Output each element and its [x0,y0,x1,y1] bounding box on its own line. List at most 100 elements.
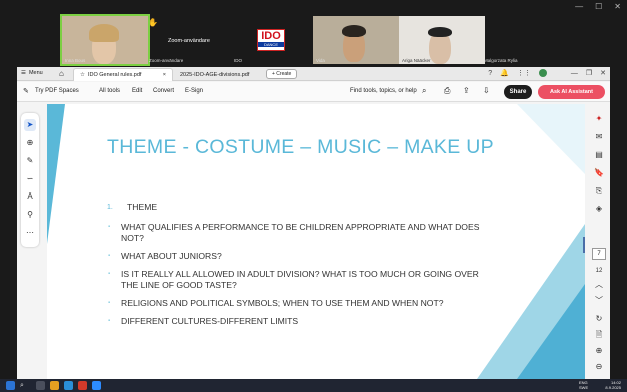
search-icon[interactable]: ⌕ [422,86,426,96]
participant-tile-ariga[interactable]: Ariga Nääcker [399,16,485,64]
restore-icon[interactable]: ❐ [586,69,592,77]
try-pdf-spaces-button[interactable]: Try PDF Spaces [35,88,79,94]
windows-taskbar: ⌕ 14:02 8.9.2025 ENG SWE [0,379,627,392]
bullet-item: ▪ WHAT ABOUT JUNIORS? [105,251,490,262]
star-icon[interactable]: ☆ [80,72,85,78]
select-cursor-icon[interactable]: ➤ [24,119,36,131]
bullet-text: DIFFERENT CULTURES-DIFFERENT LIMITS [121,316,299,326]
edit-button[interactable]: Edit [132,88,142,94]
chevron-up-icon[interactable]: ︿ [593,279,605,291]
participant-name: Ariga Nääcker [402,58,431,63]
ai-assistant-button[interactable]: Ask AI Assistant [538,85,605,99]
esign-button[interactable]: E-Sign [185,88,203,94]
maximize-icon[interactable]: ☐ [595,2,602,11]
zoom-in-icon[interactable]: ⊕ [593,345,605,357]
all-tools-button[interactable]: All tools [99,88,120,94]
convert-button[interactable]: Convert [153,88,174,94]
slide-accent-top-right [517,104,585,174]
participant-name: Vida [316,58,325,63]
minimize-icon[interactable]: — [575,2,583,11]
comment-icon[interactable]: ✉ [593,131,605,143]
zoom-out-icon[interactable]: ⊖ [593,361,605,373]
bullet-text: IS IT REALLY ALL ALLOWED IN ADULT DIVISI… [121,269,479,290]
ai-sparkle-icon[interactable]: ✦ [593,113,605,125]
tab-label: IDO General rules.pdf [87,72,142,78]
file-explorer-icon[interactable] [50,381,59,390]
avatar[interactable] [538,69,547,77]
bookmark-icon[interactable]: 🔖 [593,167,605,179]
create-button[interactable]: + Create [266,69,298,79]
participant-tile-zoom-user[interactable]: ✋ Zoom-användare Zoom-användare [146,16,232,64]
slide-content: 1. THEME ▪ WHAT QUALIFIES A PERFORMANCE … [105,202,490,334]
bullet-item: ▪ DIFFERENT CULTURES-DIFFERENT LIMITS [105,316,490,327]
layers-icon[interactable]: ◈ [593,203,605,215]
close-icon[interactable]: ✕ [614,2,621,11]
save-file-icon[interactable]: 🗎 [593,329,605,341]
upload-icon[interactable]: ⇪ [463,86,470,95]
start-icon[interactable] [6,381,15,390]
edge-icon[interactable] [64,381,73,390]
close-tab-icon[interactable]: × [163,72,166,78]
search-icon[interactable]: ⌕ [20,381,29,390]
input-language[interactable]: ENG SWE [579,380,593,390]
clock-date: 8.9.2025 [605,385,621,390]
draw-icon[interactable]: ∽ [24,173,36,185]
bell-icon[interactable]: 🔔 [500,69,509,77]
participant-name: IDO [234,58,243,63]
zoom-participant-strip: — ☐ ✕ Inna Bous ✋ Zoom-användare Zoom-an… [0,0,627,66]
pages-icon[interactable]: ▤ [593,149,605,161]
close-icon[interactable]: ✕ [600,69,606,77]
minimize-icon[interactable]: — [571,70,578,77]
bullet-item: ▪ WHAT QUALIFIES A PERFORMANCE TO BE CHI… [105,222,490,244]
participant-name: Malgorzata Rylia [484,58,518,63]
bullet-icon: ▪ [108,271,111,277]
share-button[interactable]: Share [504,85,532,99]
page-number-input[interactable]: 7 [592,248,606,260]
participant-tile-malgorzata[interactable]: Malgorzata Rylia [481,16,567,64]
bullet-icon: ▪ [108,300,111,306]
tab-age-divisions[interactable]: 2025-IDO-AGE-divisions.pdf [174,68,264,81]
bullet-icon: ▪ [108,253,111,259]
zoom-app-icon[interactable] [92,381,101,390]
chrome-icon[interactable] [78,381,87,390]
tab-label: 2025-IDO-AGE-divisions.pdf [180,71,250,78]
bullet-item: ▪ RELIGIONS AND POLITICAL SYMBOLS; WHEN … [105,298,490,309]
apps-icon[interactable]: ⋮⋮ [517,69,531,77]
bullet-text: RELIGIONS AND POLITICAL SYMBOLS; WHEN TO… [121,298,444,308]
tab-bar: ☰ Menu ⌂ ☆ IDO General rules.pdf × 2025-… [17,67,610,81]
find-tools-input[interactable]: Find tools, topics, or help [350,88,417,94]
acrobat-window: ☰ Menu ⌂ ☆ IDO General rules.pdf × 2025-… [17,67,610,379]
participant-hair [89,24,119,42]
title-bar-controls: ? 🔔 ⋮⋮ — ❐ ✕ [488,69,606,77]
tab-general-rules[interactable]: ☆ IDO General rules.pdf × [73,68,173,81]
stamp-icon[interactable]: ⚲ [24,209,36,221]
attachment-icon[interactable]: ⎘ [593,185,605,197]
slide-title: THEME - COSTUME – MUSIC – MAKE UP [107,136,494,158]
menu-label: Menu [28,70,43,76]
zoom-window-controls: — ☐ ✕ [575,2,621,11]
bullet-icon: ▪ [108,318,111,324]
more-tools-icon[interactable]: ⋯ [24,227,36,239]
task-view-icon[interactable] [36,381,45,390]
print-icon[interactable]: ⎙ [444,86,450,96]
menu-button[interactable]: ☰ Menu [21,70,43,76]
ido-logo: IDO DANCE [257,29,285,51]
refresh-icon[interactable]: ↻ [593,313,605,325]
pdf-page[interactable]: THEME - COSTUME – MUSIC – MAKE UP 1. THE… [47,104,585,379]
text-select-icon[interactable]: Ā [24,191,36,203]
help-icon[interactable]: ? [488,70,492,77]
participant-hair [342,25,366,37]
participant-name: Zoom-användare [149,58,184,63]
vertical-scrollbar[interactable] [583,237,585,253]
hamburger-icon: ☰ [21,70,26,76]
participant-tile-inna[interactable]: Inna Bous [60,14,150,66]
bullet-text: WHAT QUALIFIES A PERFORMANCE TO BE CHILD… [121,222,480,243]
zoom-icon[interactable]: ⊕ [24,137,36,149]
highlight-pen-icon[interactable]: ✎ [24,155,36,167]
home-icon[interactable]: ⌂ [59,69,64,78]
chevron-down-icon[interactable]: ﹀ [593,295,605,307]
system-tray[interactable]: 14:02 8.9.2025 [605,380,621,390]
participant-tile-vida[interactable]: Vida [313,16,399,64]
download-icon[interactable]: ⇩ [483,86,490,95]
slide-accent-left [47,104,65,244]
